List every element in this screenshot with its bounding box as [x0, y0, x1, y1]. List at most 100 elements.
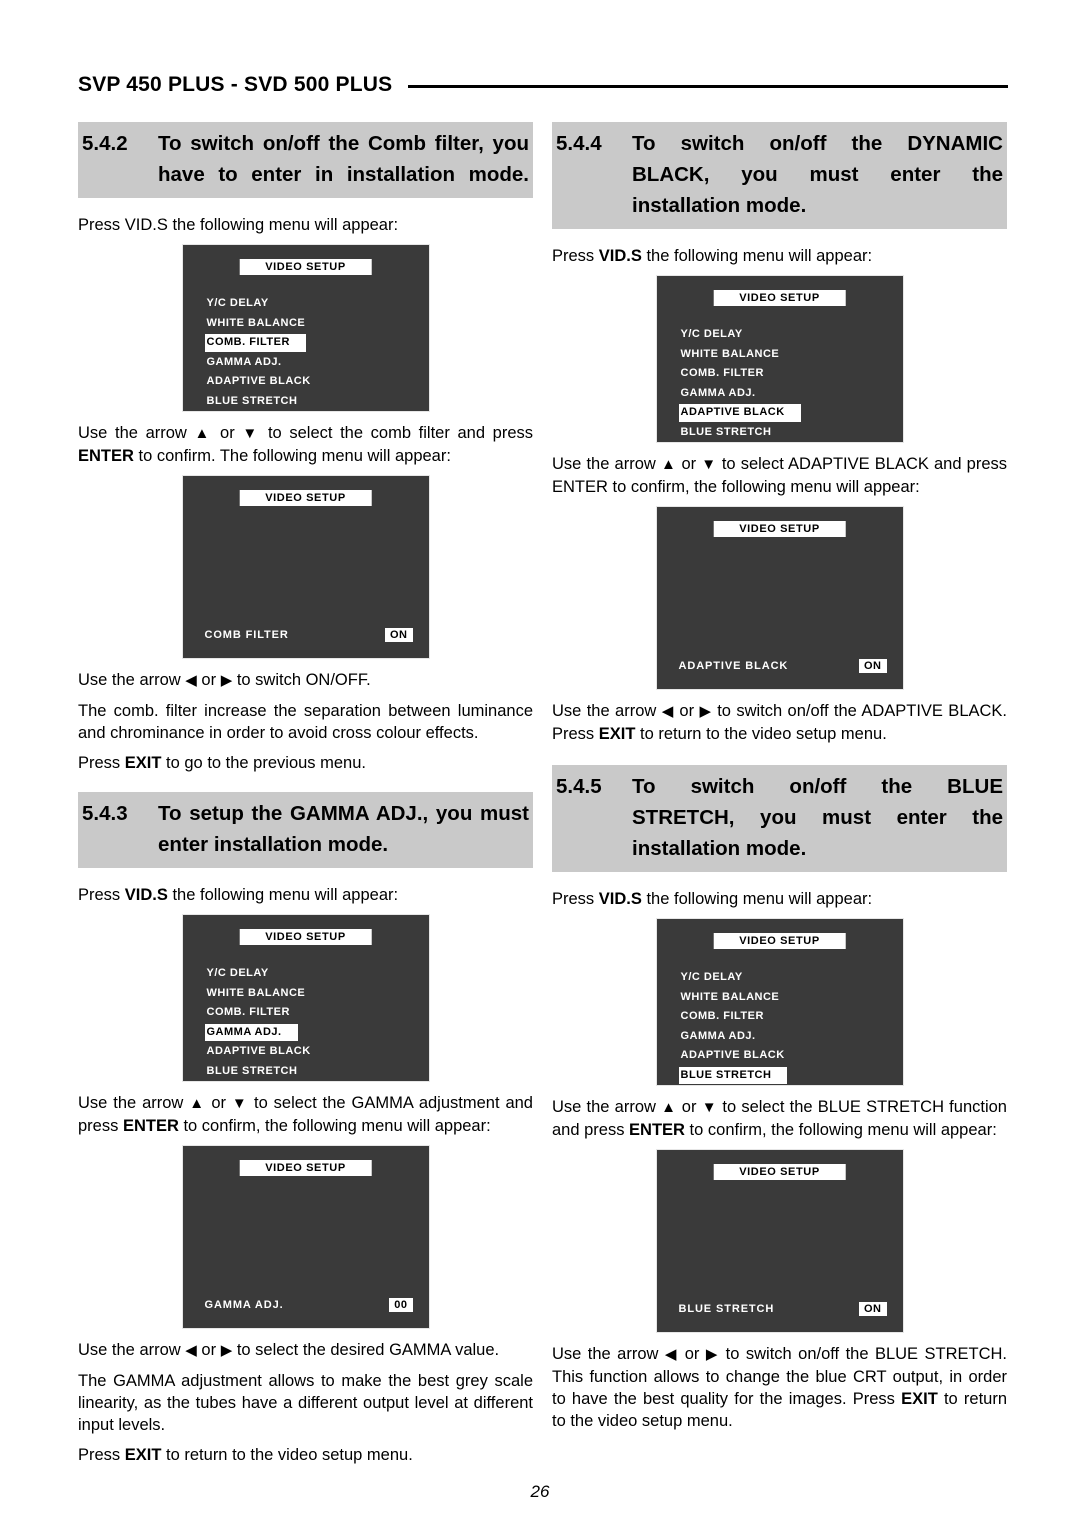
heading-5-4-2-number: 5.4.2	[82, 132, 128, 155]
osd-screenshot-544-menu: VIDEO SETUP Y/C DELAY WHITE BALANCE COMB…	[552, 275, 1007, 443]
para-543-select-mid: or	[205, 1094, 232, 1112]
arrow-up-icon: ▲	[660, 456, 677, 473]
para-543-exit: Press EXIT to return to the video setup …	[78, 1444, 533, 1466]
para-542-intro-text: Press VID.S the following menu will appe…	[78, 216, 399, 234]
para-544-switch-mid: or	[674, 702, 700, 720]
arrow-down-icon: ▼	[701, 1099, 718, 1116]
para-542-switch-post: to switch ON/OFF.	[236, 671, 371, 689]
osd-item-gamma-adj: GAMMA ADJ.	[680, 1029, 756, 1042]
osd-menu-list: Y/C DELAY WHITE BALANCE COMB. FILTER GAM…	[678, 967, 788, 1084]
osd-value-comb-filter: ON	[385, 628, 413, 642]
keyword-vids: VID.S	[124, 886, 168, 904]
osd-screenshot-543-menu: VIDEO SETUP Y/C DELAY WHITE BALANCE COMB…	[78, 914, 533, 1082]
keyword-vids: VID.S	[598, 890, 642, 908]
keyword-vids: VID.S	[598, 247, 642, 265]
para-542-intro: Press VID.S the following menu will appe…	[78, 214, 533, 236]
osd-item-white-balance: WHITE BALANCE	[680, 347, 780, 360]
heading-5-4-4-line1: To switch on/off the DYNAMIC	[632, 132, 1003, 155]
osd-item-yc-delay: Y/C DELAY	[206, 297, 269, 309]
osd-item-blue-stretch: BLUE STRETCH	[206, 394, 298, 407]
heading-5-4-4-line3: installation mode.	[632, 194, 807, 217]
para-545-select-pre: Use the arrow	[552, 1098, 662, 1116]
osd-item-yc-delay: Y/C DELAY	[206, 967, 269, 979]
para-542-select-mid: or	[212, 424, 243, 442]
heading-5-4-2: 5.4.2 To switch on/off the Comb filter, …	[78, 122, 533, 198]
osd-value-blue-stretch: ON	[859, 1302, 887, 1316]
para-545-intro-post: the following menu will appear:	[641, 890, 873, 908]
para-542-select-tail: to confirm. The following menu will appe…	[133, 447, 451, 465]
para-542-exit: Press EXIT to go to the previous menu.	[78, 752, 533, 774]
osd-comb-filter-value: VIDEO SETUP COMB FILTER ON	[181, 475, 430, 659]
para-544-select-pre: Use the arrow	[552, 455, 661, 473]
para-544-select-mid: or	[676, 455, 702, 473]
para-545-select-tail: to confirm, the following menu will appe…	[684, 1121, 997, 1139]
osd-item-comb-filter: COMB. FILTER	[680, 1010, 764, 1022]
osd-item-yc-delay: Y/C DELAY	[680, 971, 743, 983]
osd-screenshot-542-menu: VIDEO SETUP Y/C DELAY WHITE BALANCE COMB…	[78, 244, 533, 412]
osd-video-setup-gamma-adj: VIDEO SETUP Y/C DELAY WHITE BALANCE COMB…	[181, 914, 430, 1082]
osd-value-row: GAMMA ADJ. 00	[205, 1298, 413, 1312]
arrow-down-icon: ▼	[701, 456, 717, 473]
para-543-value-mid: or	[196, 1341, 221, 1359]
osd-gamma-adj-value: VIDEO SETUP GAMMA ADJ. 00	[181, 1145, 430, 1329]
para-542-exit-post: to go to the previous menu.	[161, 754, 366, 772]
osd-blue-stretch-value: VIDEO SETUP BLUE STRETCH ON	[655, 1149, 904, 1333]
osd-value-row: BLUE STRETCH ON	[679, 1302, 887, 1316]
heading-5-4-5: 5.4.5 To switch on/off the BLUE STRETCH,…	[552, 765, 1007, 872]
para-543-select-pre: Use the arrow	[78, 1094, 190, 1112]
heading-5-4-5-number: 5.4.5	[556, 775, 602, 798]
osd-item-adaptive-black: ADAPTIVE BLACK	[206, 375, 311, 387]
arrow-down-icon: ▼	[231, 1095, 249, 1112]
osd-value-adaptive-black: ON	[859, 659, 887, 673]
para-545-intro: Press VID.S the following menu will appe…	[552, 888, 1007, 910]
para-542-select-post: to select the comb filter and press	[260, 424, 534, 442]
para-543-intro-post: the following menu will appear:	[167, 886, 399, 904]
heading-5-4-3-line1: To setup the GAMMA ADJ., you must	[158, 802, 529, 825]
para-545-intro-pre: Press	[552, 890, 599, 908]
arrow-up-icon: ▲	[189, 1095, 206, 1112]
osd-value-row: COMB FILTER ON	[205, 628, 413, 642]
keyword-enter: ENTER	[78, 447, 134, 465]
osd-value-label: BLUE STRETCH	[678, 1303, 775, 1315]
osd-value-label: COMB FILTER	[204, 629, 289, 641]
osd-screenshot-543-value: VIDEO SETUP GAMMA ADJ. 00	[78, 1145, 533, 1329]
osd-adaptive-black-value: VIDEO SETUP ADAPTIVE BLACK ON	[655, 506, 904, 690]
para-543-exit-pre: Press	[78, 1446, 125, 1464]
osd-screenshot-545-value: VIDEO SETUP BLUE STRETCH ON	[552, 1149, 1007, 1333]
para-542-exit-pre: Press	[78, 754, 125, 772]
arrow-right-icon: ▶	[220, 672, 233, 689]
para-545-select: Use the arrow ▲ or ▼ to select the BLUE …	[552, 1096, 1007, 1141]
heading-5-4-2-line2: have to enter in installation mode.	[158, 163, 529, 186]
osd-item-gamma-adj: GAMMA ADJ.	[680, 386, 756, 399]
para-544-intro: Press VID.S the following menu will appe…	[552, 245, 1007, 267]
osd-item-white-balance: WHITE BALANCE	[206, 316, 306, 329]
page-number: 26	[530, 1482, 550, 1501]
keyword-exit: EXIT	[901, 1390, 938, 1408]
heading-5-4-5-line1: To switch on/off the BLUE	[632, 775, 1003, 798]
para-543-intro: Press VID.S the following menu will appe…	[78, 884, 533, 906]
osd-value-label: ADAPTIVE BLACK	[678, 660, 789, 672]
para-544-intro-post: the following menu will appear:	[641, 247, 873, 265]
keyword-exit: EXIT	[598, 725, 636, 743]
para-544-intro-pre: Press	[552, 247, 599, 265]
keyword-enter: ENTER	[122, 1117, 179, 1135]
osd-video-setup-adaptive-black: VIDEO SETUP Y/C DELAY WHITE BALANCE COMB…	[655, 275, 904, 443]
running-head: SVP 450 PLUS - SVD 500 PLUS	[78, 68, 1008, 102]
heading-5-4-3: 5.4.3 To setup the GAMMA ADJ., you must …	[78, 792, 533, 868]
para-543-select: Use the arrow ▲ or ▼ to select the GAMMA…	[78, 1092, 533, 1137]
osd-title: VIDEO SETUP	[713, 290, 846, 306]
osd-item-blue-stretch: BLUE STRETCH	[206, 1064, 298, 1077]
para-544-switch: Use the arrow ◀ or ▶ to switch on/off th…	[552, 700, 1007, 745]
osd-value-gamma-adj: 00	[389, 1298, 413, 1312]
arrow-up-icon: ▲	[194, 425, 213, 442]
osd-item-gamma-adj: GAMMA ADJ.	[206, 355, 282, 368]
heading-5-4-4-line2: BLACK, you must enter the	[632, 163, 1003, 186]
para-543-select-tail: to confirm, the following menu will appe…	[178, 1117, 491, 1135]
keyword-enter: ENTER	[629, 1121, 685, 1139]
para-542-switch-mid: or	[196, 671, 221, 689]
para-542-switch: Use the arrow ◀ or ▶ to switch ON/OFF.	[78, 669, 533, 692]
running-head-rule	[408, 84, 1008, 88]
osd-item-gamma-adj: GAMMA ADJ.	[204, 1023, 298, 1041]
para-543-exit-post: to return to the video setup menu.	[161, 1446, 413, 1464]
para-545-switch-pre: Use the arrow	[552, 1345, 665, 1363]
